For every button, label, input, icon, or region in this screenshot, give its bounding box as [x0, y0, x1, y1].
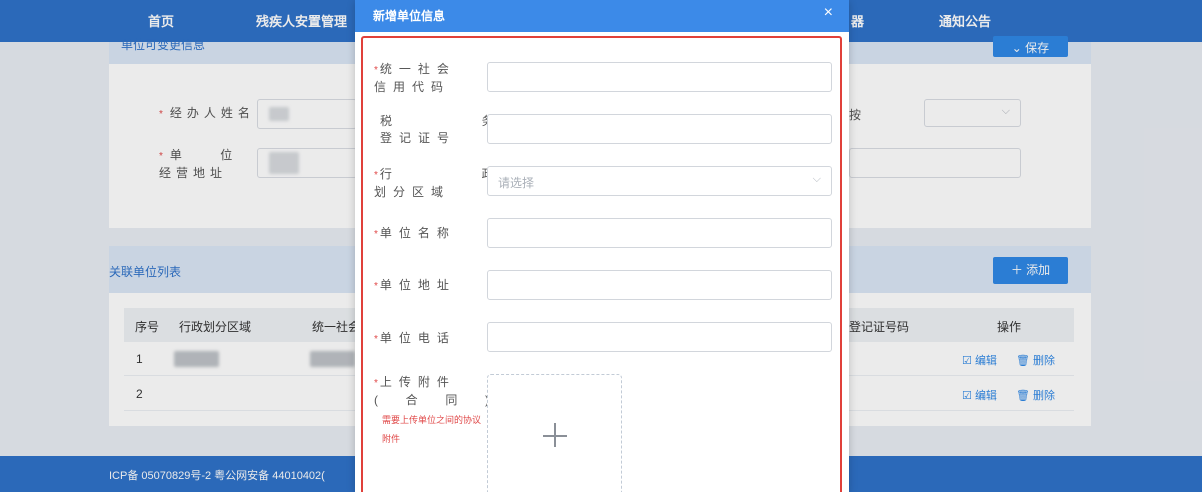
plus-icon [538, 419, 572, 453]
upload-hint: 需要上传单位之间的协议附件 [382, 415, 482, 444]
unit-name-label: * 单位名称 [374, 226, 456, 240]
unit-phone-label: * 单位电话 [374, 331, 456, 345]
region-select[interactable]: 请选择 ⌵ [487, 166, 832, 196]
close-icon[interactable]: × [824, 5, 833, 21]
unit-address-input[interactable] [487, 270, 832, 300]
dialog-title: 新增单位信息 [373, 9, 446, 23]
credit-code-input[interactable] [487, 62, 832, 92]
add-unit-dialog: 新增单位信息 × *统一社会 信用代码 税 务 登记证号 *行 政 划分区域 请… [355, 0, 849, 492]
region-placeholder: 请选择 [498, 176, 535, 190]
unit-name-input[interactable] [487, 218, 832, 248]
chevron-down-icon: ⌵ [812, 173, 821, 185]
tax-cert-input[interactable] [487, 114, 832, 144]
credit-code-label: * 统一社会 信用代码 [374, 62, 456, 94]
tax-cert-label: 税 务 登记证号 [380, 114, 494, 145]
dialog-header: 新增单位信息 × [355, 0, 849, 32]
unit-phone-input[interactable] [487, 322, 832, 352]
attachment-label: *上传附件 ( 合 同 ) [374, 375, 489, 407]
unit-address-label: * 单位地址 [374, 278, 456, 292]
upload-area[interactable] [487, 374, 622, 492]
region-label: *行 政 划分区域 [374, 167, 494, 199]
